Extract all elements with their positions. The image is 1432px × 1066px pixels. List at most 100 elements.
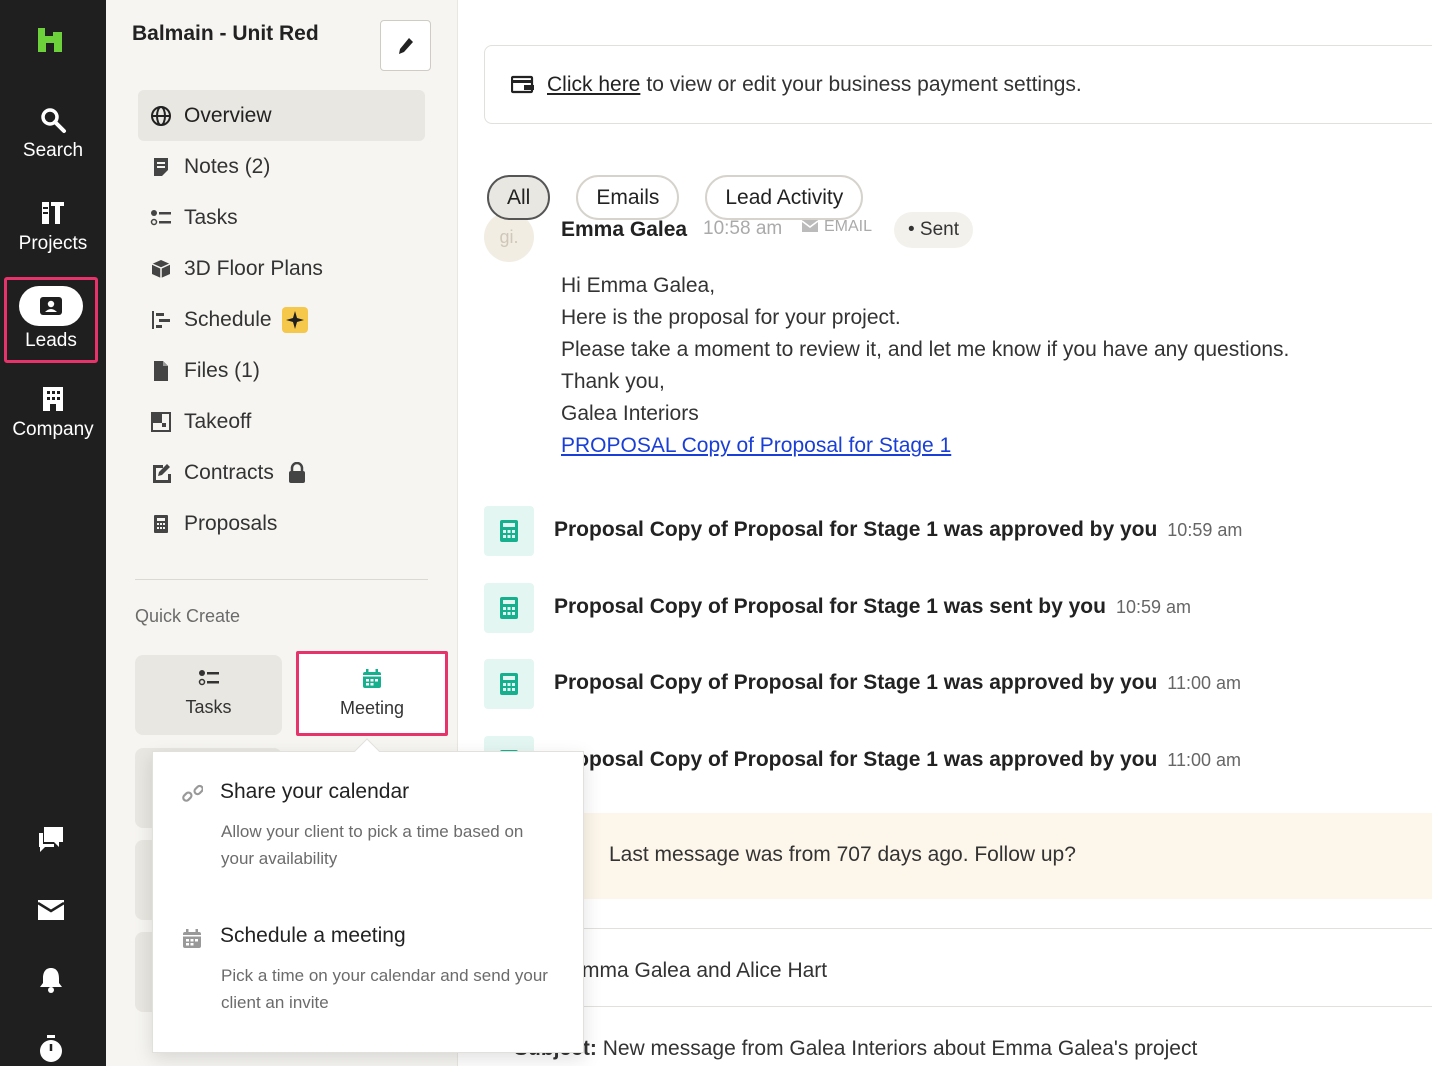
bell-icon[interactable] <box>36 965 66 995</box>
quick-create-meeting-button[interactable]: Meeting <box>296 651 448 736</box>
schedule-meeting-desc: Pick a time on your calendar and send yo… <box>221 966 548 1012</box>
email-line: Galea Interiors <box>561 402 699 425</box>
meeting-dropdown: Share your calendar Allow your client to… <box>152 738 585 1053</box>
quick-create-tasks-label: Tasks <box>185 697 232 717</box>
nav-proposals[interactable]: Proposals <box>138 498 425 549</box>
app-rail: Search Projects Leads Company <box>0 0 106 1066</box>
activity-text: Proposal Copy of Proposal for Stage 1 wa… <box>554 748 1158 771</box>
activity-time: 11:00 am <box>1167 673 1242 693</box>
quick-create-meeting-label: Meeting <box>339 698 405 718</box>
nav-schedule[interactable]: Schedule <box>138 294 425 345</box>
proposal-activity-icon <box>484 506 534 556</box>
email-line: Hi Emma Galea, <box>561 274 716 297</box>
rail-projects[interactable]: Projects <box>0 199 106 255</box>
rail-search[interactable]: Search <box>0 106 106 162</box>
email-type: EMAIL <box>801 218 873 236</box>
proposal-activity-icon <box>484 659 534 709</box>
messages-icon[interactable] <box>36 824 66 854</box>
nav-3d-floor-plans[interactable]: 3D Floor Plans <box>138 243 425 294</box>
nav-takeoff[interactable]: Takeoff <box>138 396 425 447</box>
rail-company[interactable]: Company <box>0 385 106 441</box>
rail-search-label: Search <box>22 140 84 161</box>
projects-icon <box>42 202 64 224</box>
email-sender: Emma Galea <box>561 218 688 241</box>
schedule-meeting-option[interactable]: Schedule a meeting Pick a time on your c… <box>153 924 585 1034</box>
rail-projects-label: Projects <box>18 233 88 254</box>
globe-icon <box>151 105 171 126</box>
email-type-label: EMAIL <box>824 218 873 235</box>
nav-schedule-label: Schedule <box>184 307 272 331</box>
calendar-icon <box>363 669 381 688</box>
follow-up-banner: Last message was from 707 days ago. Foll… <box>484 813 1432 899</box>
thread-participants-row[interactable]: Emma Galea and Alice Hart <box>484 928 1432 1007</box>
proposal-link[interactable]: PROPOSAL Copy of Proposal for Stage 1 <box>561 434 951 457</box>
nav-notes[interactable]: Notes (2) <box>138 141 425 192</box>
filter-all[interactable]: All <box>487 175 551 220</box>
filter-emails[interactable]: Emails <box>576 175 680 220</box>
status-badge: • Sent <box>894 212 974 248</box>
filter-lead-activity[interactable]: Lead Activity <box>705 175 864 220</box>
email-line: Please take a moment to review it, and l… <box>561 338 1290 361</box>
nav-tasks[interactable]: Tasks <box>138 192 425 243</box>
timer-icon[interactable] <box>36 1034 66 1064</box>
nav-contracts-label: Contracts <box>184 460 274 484</box>
activity-item: Proposal Copy of Proposal for Stage 1 wa… <box>484 506 1424 556</box>
payment-settings-text: to view or edit your business payment se… <box>646 72 1082 96</box>
app-logo-icon[interactable] <box>36 26 64 54</box>
thread-subject-row[interactable]: Subject: New message from Galea Interior… <box>484 1006 1432 1066</box>
nav-overview-label: Overview <box>184 103 272 127</box>
file-icon <box>154 360 168 381</box>
contracts-icon <box>153 463 171 483</box>
lead-nav: Overview Notes (2) Tasks 3D Floor Plans <box>138 90 425 549</box>
nav-files[interactable]: Files (1) <box>138 345 425 396</box>
share-calendar-desc: Allow your client to pick a time based o… <box>221 822 524 868</box>
quick-create-tasks-button[interactable]: Tasks <box>135 655 282 735</box>
nav-overview[interactable]: Overview <box>138 90 425 141</box>
share-calendar-option[interactable]: Share your calendar Allow your client to… <box>153 780 585 890</box>
schedule-icon <box>152 310 170 329</box>
nav-tasks-label: Tasks <box>184 205 238 229</box>
activity-time: 10:59 am <box>1115 597 1192 617</box>
notes-icon <box>154 157 168 176</box>
cube-icon <box>151 259 171 278</box>
email-line: Here is the proposal for your project. <box>561 306 901 329</box>
rail-company-label: Company <box>12 419 94 440</box>
inbox-icon[interactable] <box>36 895 66 925</box>
activity-text: Proposal Copy of Proposal for Stage 1 wa… <box>554 671 1158 694</box>
sidebar-divider <box>135 579 428 580</box>
proposals-icon <box>154 514 168 533</box>
nav-3d-floor-plans-label: 3D Floor Plans <box>184 256 323 280</box>
takeoff-icon <box>151 411 171 432</box>
sparkle-icon <box>281 306 308 333</box>
rail-leads[interactable]: Leads <box>4 277 98 363</box>
envelope-icon <box>801 220 819 232</box>
schedule-meeting-title: Schedule a meeting <box>220 924 406 947</box>
lead-activity-feed: Click here to view or edit your business… <box>458 0 1432 1066</box>
payment-settings-link[interactable]: Click here <box>547 73 640 97</box>
nav-contracts[interactable]: Contracts <box>138 447 425 498</box>
pencil-icon <box>399 38 413 54</box>
share-calendar-title: Share your calendar <box>220 780 410 803</box>
leads-icon <box>19 286 83 326</box>
activity-text: Proposal Copy of Proposal for Stage 1 wa… <box>554 518 1158 541</box>
feed-filters: All Emails Lead Activity <box>487 175 889 220</box>
company-icon <box>43 387 63 411</box>
lead-title: Balmain - Unit Red <box>132 22 319 45</box>
activity-item: Proposal Copy of Proposal for Stage 1 wa… <box>484 736 1424 786</box>
proposal-activity-icon <box>484 583 534 633</box>
nav-proposals-label: Proposals <box>184 511 278 535</box>
nav-takeoff-label: Takeoff <box>184 409 252 433</box>
link-icon <box>182 784 203 802</box>
lock-icon <box>288 461 305 483</box>
search-icon <box>41 108 66 133</box>
follow-up-text: Last message was from 707 days ago. Foll… <box>609 843 1076 866</box>
tasks-icon <box>198 670 219 686</box>
email-time: 10:58 am <box>703 218 783 239</box>
activity-item: Proposal Copy of Proposal for Stage 1 wa… <box>484 583 1424 633</box>
payment-settings-banner: Click here to view or edit your business… <box>484 45 1432 124</box>
activity-time: 11:00 am <box>1167 750 1242 770</box>
edit-lead-button[interactable] <box>380 20 431 71</box>
email-line: Thank you, <box>561 370 665 393</box>
activity-text: Proposal Copy of Proposal for Stage 1 wa… <box>554 595 1106 618</box>
thread-subject: New message from Galea Interiors about E… <box>602 1037 1198 1060</box>
